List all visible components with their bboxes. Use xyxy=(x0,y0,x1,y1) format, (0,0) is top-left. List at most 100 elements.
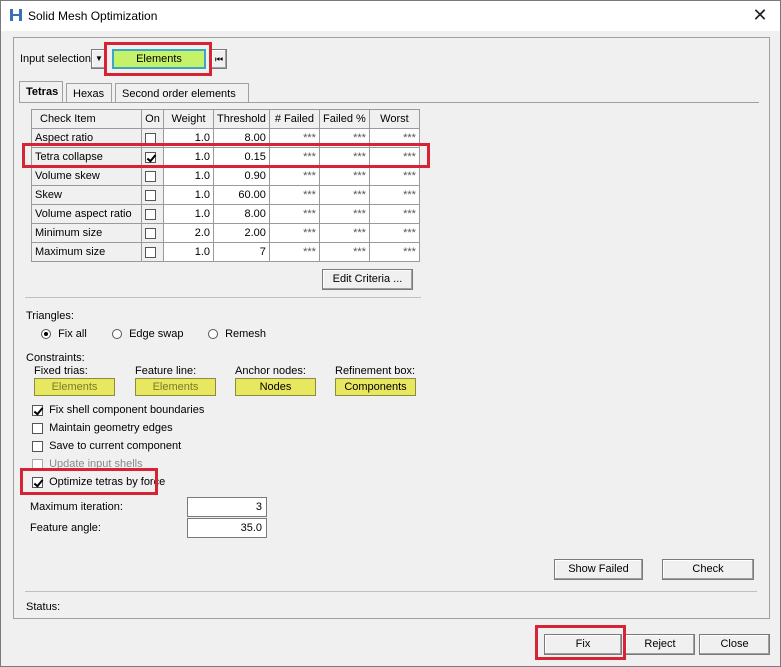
threshold-cell[interactable]: 60.00 xyxy=(213,185,270,205)
on-checkbox-cell[interactable] xyxy=(141,242,164,262)
triangles-label: Triangles: xyxy=(26,310,74,322)
weight-cell[interactable]: 2.0 xyxy=(163,223,214,243)
failed-count-cell: *** xyxy=(268,147,320,167)
threshold-cell[interactable]: 2.00 xyxy=(213,223,270,243)
checkbox-fix-shell-boundaries[interactable]: Fix shell component boundaries xyxy=(32,404,204,416)
header-on: On xyxy=(141,109,164,129)
feature-line-elements-button[interactable]: Elements xyxy=(135,378,216,396)
fixed-trias-label: Fixed trias: xyxy=(34,365,88,377)
show-failed-button[interactable]: Show Failed xyxy=(554,559,643,580)
refinement-box-label: Refinement box: xyxy=(335,365,416,377)
failed-pct-cell: *** xyxy=(318,128,370,148)
check-item-cell: Volume skew xyxy=(31,166,142,186)
failed-pct-cell: *** xyxy=(318,166,370,186)
table-row-volume-aspect-ratio: Volume aspect ratio 1.0 8.00 *** *** *** xyxy=(31,204,420,224)
on-checkbox-cell[interactable] xyxy=(141,147,164,167)
threshold-cell[interactable]: 7 xyxy=(213,242,270,262)
edit-criteria-button[interactable]: Edit Criteria ... xyxy=(322,269,413,290)
solid-mesh-optimization-window: Solid Mesh Optimization ✕ Input selectio… xyxy=(0,0,781,667)
tab-second-order-elements[interactable]: Second order elements xyxy=(115,83,249,103)
worst-cell: *** xyxy=(368,223,420,243)
tab-tetras[interactable]: Tetras xyxy=(19,81,63,103)
failed-pct-cell: *** xyxy=(318,223,370,243)
fix-button[interactable]: Fix xyxy=(544,634,622,655)
on-checkbox[interactable] xyxy=(145,227,156,239)
radio-fix-all[interactable]: Fix all xyxy=(41,328,87,340)
on-checkbox[interactable] xyxy=(145,151,156,163)
on-checkbox-cell[interactable] xyxy=(141,204,164,224)
weight-cell[interactable]: 1.0 xyxy=(163,166,214,186)
table-row-skew: Skew 1.0 60.00 *** *** *** xyxy=(31,185,420,205)
reset-selection-button[interactable]: ⏮ xyxy=(211,49,227,69)
input-selection-dropdown[interactable]: ▼ xyxy=(91,49,107,69)
close-button[interactable]: Close xyxy=(699,634,770,655)
anchor-nodes-button[interactable]: Nodes xyxy=(235,378,316,396)
check-item-cell: Aspect ratio xyxy=(31,128,142,148)
checkbox-save-current-component-box[interactable] xyxy=(32,440,43,452)
header-check-item: Check Item xyxy=(31,109,142,129)
refinement-box-components-button[interactable]: Components xyxy=(335,378,416,396)
chevron-down-icon: ▼ xyxy=(95,54,103,63)
radio-edge-swap[interactable]: Edge swap xyxy=(112,328,184,340)
reject-button[interactable]: Reject xyxy=(625,634,695,655)
tab-hexas[interactable]: Hexas xyxy=(66,83,112,103)
checkbox-fix-shell-boundaries-label: Fix shell component boundaries xyxy=(49,404,205,416)
on-checkbox[interactable] xyxy=(145,208,156,220)
radio-remesh-label: Remesh xyxy=(225,328,267,340)
checkbox-optimize-tetras-by-force-box[interactable] xyxy=(32,476,43,488)
worst-cell: *** xyxy=(368,147,420,167)
radio-edge-swap-label: Edge swap xyxy=(129,328,184,340)
radio-remesh[interactable]: Remesh xyxy=(208,328,266,340)
radio-fix-all-indicator[interactable] xyxy=(41,329,51,340)
checkbox-update-input-shells-box[interactable] xyxy=(32,458,43,469)
weight-cell[interactable]: 1.0 xyxy=(163,242,214,262)
on-checkbox-cell[interactable] xyxy=(141,166,164,186)
failed-count-cell: *** xyxy=(268,204,320,224)
input-elements-button[interactable]: Elements xyxy=(112,49,206,69)
on-checkbox-cell[interactable] xyxy=(141,185,164,205)
table-row-volume-skew: Volume skew 1.0 0.90 *** *** *** xyxy=(31,166,420,186)
radio-remesh-indicator[interactable] xyxy=(208,329,218,340)
check-item-cell: Tetra collapse xyxy=(31,147,142,167)
on-checkbox[interactable] xyxy=(145,246,156,258)
close-icon[interactable]: ✕ xyxy=(748,4,772,28)
fixed-trias-elements-button[interactable]: Elements xyxy=(34,378,115,396)
header-threshold: Threshold xyxy=(213,109,270,129)
max-iteration-label: Maximum iteration: xyxy=(30,501,123,513)
reset-icon: ⏮ xyxy=(214,54,224,64)
weight-cell[interactable]: 1.0 xyxy=(163,185,214,205)
feature-line-label: Feature line: xyxy=(135,365,197,377)
weight-cell[interactable]: 1.0 xyxy=(163,147,214,167)
weight-cell[interactable]: 1.0 xyxy=(163,128,214,148)
checkbox-save-current-component[interactable]: Save to current component xyxy=(32,440,181,452)
on-checkbox[interactable] xyxy=(145,132,156,144)
threshold-cell[interactable]: 0.90 xyxy=(213,166,270,186)
constraints-label: Constraints: xyxy=(26,352,85,364)
checkbox-fix-shell-boundaries-box[interactable] xyxy=(32,404,43,416)
header-failed-count: # Failed xyxy=(268,109,320,129)
checkbox-update-input-shells[interactable]: Update input shells xyxy=(32,458,143,469)
on-checkbox[interactable] xyxy=(145,170,156,182)
check-button[interactable]: Check xyxy=(662,559,754,580)
header-worst: Worst xyxy=(368,109,420,129)
checkbox-maintain-geometry-edges-label: Maintain geometry edges xyxy=(49,422,173,434)
checkbox-update-input-shells-label: Update input shells xyxy=(49,458,143,469)
table-header-row: Check Item On Weight Threshold # Failed … xyxy=(31,109,420,129)
threshold-cell[interactable]: 8.00 xyxy=(213,128,270,148)
on-checkbox-cell[interactable] xyxy=(141,128,164,148)
radio-edge-swap-indicator[interactable] xyxy=(112,329,122,340)
max-iteration-input[interactable]: 3 xyxy=(187,497,267,517)
checkbox-maintain-geometry-edges-box[interactable] xyxy=(32,422,43,434)
failed-pct-cell: *** xyxy=(318,147,370,167)
table-row-aspect-ratio: Aspect ratio 1.0 8.00 *** *** *** xyxy=(31,128,420,148)
threshold-cell[interactable]: 0.15 xyxy=(213,147,270,167)
header-weight: Weight xyxy=(163,109,214,129)
checkbox-optimize-tetras-by-force[interactable]: Optimize tetras by force xyxy=(32,476,165,488)
on-checkbox[interactable] xyxy=(145,189,156,201)
checkbox-maintain-geometry-edges[interactable]: Maintain geometry edges xyxy=(32,422,173,434)
worst-cell: *** xyxy=(368,185,420,205)
on-checkbox-cell[interactable] xyxy=(141,223,164,243)
feature-angle-input[interactable]: 35.0 xyxy=(187,518,267,538)
threshold-cell[interactable]: 8.00 xyxy=(213,204,270,224)
weight-cell[interactable]: 1.0 xyxy=(163,204,214,224)
